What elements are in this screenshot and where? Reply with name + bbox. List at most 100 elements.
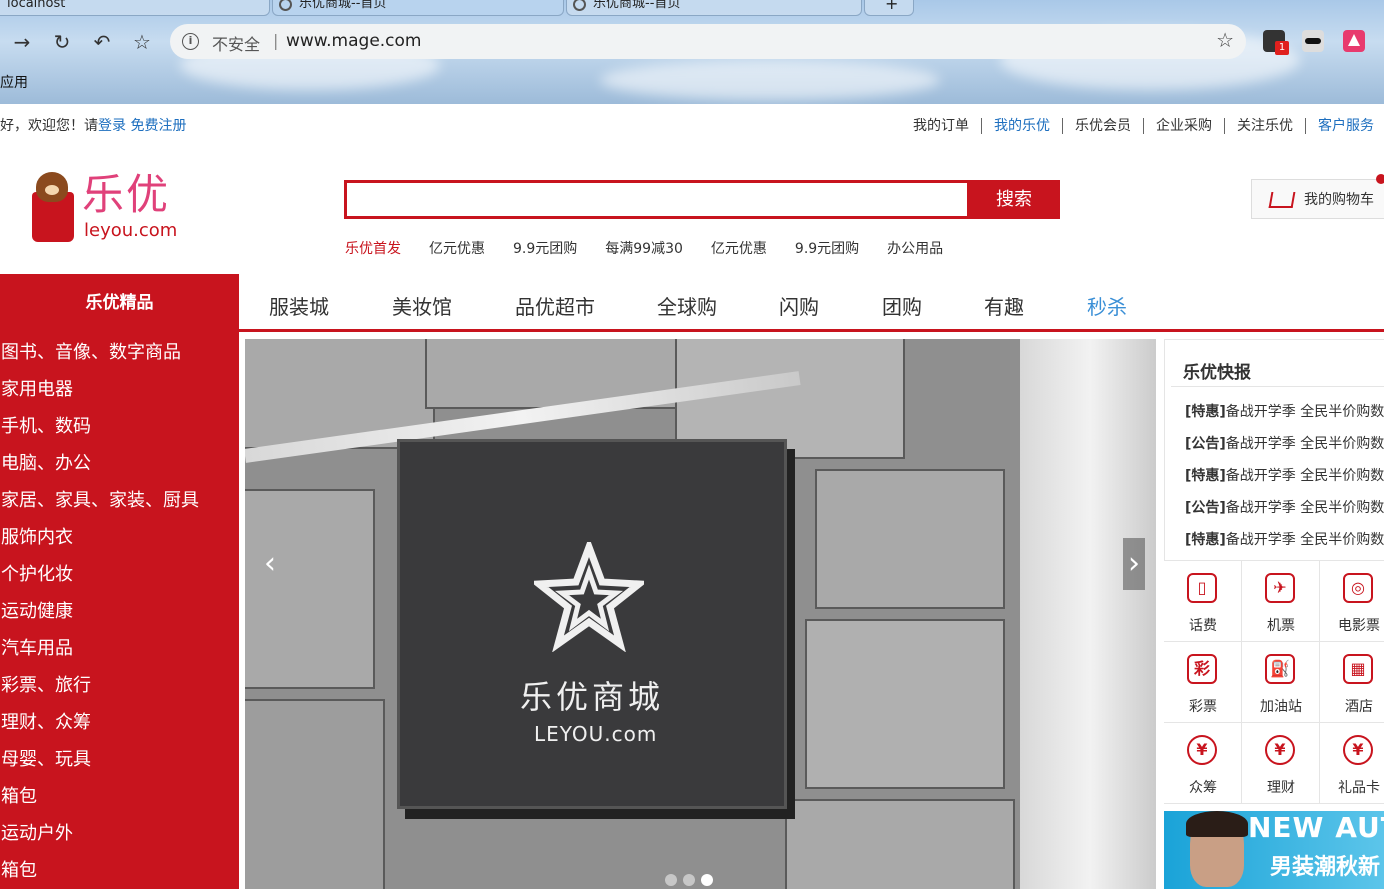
register-link[interactable]: 免费注册 (130, 118, 186, 134)
nav-item[interactable]: 美妆馆 (392, 291, 452, 320)
news-item[interactable]: [特惠]备战开学季 全民半价购数码 (1185, 529, 1384, 549)
top-link-follow[interactable]: 关注乐优 (1225, 118, 1306, 134)
hot-word[interactable]: 亿元优惠 (429, 241, 485, 257)
service-gas[interactable]: ⛽ 加油站 (1242, 642, 1320, 723)
info-icon[interactable]: i (182, 33, 199, 50)
nav-item[interactable]: 有趣 (984, 291, 1024, 320)
category-item[interactable]: 家居、家具、家装、厨具 (0, 482, 239, 519)
forward-icon[interactable]: → (8, 28, 36, 56)
address-row: → ↻ ↶ ☆ i 不安全 | www.mage.com ☆ 1 (0, 24, 1384, 60)
category-item[interactable]: 汽车用品 (0, 630, 239, 667)
hot-word[interactable]: 办公用品 (887, 241, 943, 257)
category-item[interactable]: 母婴、玩具 (0, 741, 239, 778)
news-text: 备战开学季 全民半价购数码 (1225, 404, 1384, 420)
news-item[interactable]: [公告]备战开学季 全民半价购数码 (1185, 497, 1384, 517)
top-link-member[interactable]: 乐优会员 (1063, 118, 1144, 134)
service-label: 加油站 (1260, 699, 1302, 715)
undo-icon[interactable]: ↶ (88, 28, 116, 56)
carousel-dot-active[interactable] (701, 874, 713, 886)
login-link[interactable]: 登录 (98, 118, 126, 134)
top-link-service[interactable]: 客户服务 (1306, 118, 1384, 134)
hot-word[interactable]: 亿元优惠 (711, 241, 767, 257)
nav-item-seckill[interactable]: 秒杀 (1087, 291, 1127, 320)
nav-item[interactable]: 团购 (882, 291, 922, 320)
banner-prev-arrow[interactable]: ‹ (259, 538, 281, 590)
address-bar[interactable]: i 不安全 | www.mage.com ☆ (170, 24, 1246, 59)
hot-word[interactable]: 9.9元团购 (795, 241, 859, 257)
address-separator: | (273, 31, 279, 50)
category-item[interactable]: 箱包 (0, 778, 239, 815)
new-tab-button[interactable]: + (864, 0, 914, 16)
service-flight[interactable]: ✈ 机票 (1242, 561, 1320, 642)
service-label: 机票 (1267, 618, 1295, 634)
category-item[interactable]: 图书、音像、数字商品 (0, 334, 239, 371)
pink-extension-icon[interactable] (1343, 30, 1365, 52)
nav-item[interactable]: 服装城 (269, 291, 329, 320)
news-divider (1171, 386, 1384, 387)
bookmark-apps[interactable]: 应用 (0, 72, 28, 92)
category-item[interactable]: 家用电器 (0, 371, 239, 408)
category-item[interactable]: 手机、数码 (0, 408, 239, 445)
category-item[interactable]: 运动户外 (0, 815, 239, 852)
cart-button[interactable]: 我的购物车 (1251, 174, 1384, 219)
news-panel: 乐优快报 [特惠]备战开学季 全民半价购数码 [公告]备战开学季 全民半价购数码… (1164, 339, 1384, 561)
category-item[interactable]: 彩票、旅行 (0, 667, 239, 704)
top-link-my-leyou[interactable]: 我的乐优 (982, 118, 1063, 134)
news-item[interactable]: [特惠]备战开学季 全民半价购数码 (1185, 401, 1384, 421)
nav-item[interactable]: 闪购 (779, 291, 819, 320)
nav-item[interactable]: 品优超市 (515, 291, 595, 320)
category-item[interactable]: 电脑、办公 (0, 445, 239, 482)
url-text[interactable]: www.mage.com (286, 31, 422, 51)
service-lottery[interactable]: 彩彩票 (1164, 642, 1242, 723)
hot-words: 乐优首发 亿元优惠 9.9元团购 每满99减30 亿元优惠 9.9元团购 办公用品 (345, 238, 971, 258)
news-text: 备战开学季 全民半价购数码 (1225, 468, 1384, 484)
tab-leyou[interactable]: 乐优商城--首页 (566, 0, 862, 16)
cart-icon (1268, 192, 1296, 208)
tab-leyou-active[interactable]: 乐优商城--首页 (272, 0, 564, 16)
category-item[interactable]: 个护化妆 (0, 556, 239, 593)
search-button[interactable]: 搜索 (968, 180, 1060, 219)
category-item[interactable]: 理财、众筹 (0, 704, 239, 741)
main-nav: 服装城 美妆馆 品优超市 全球购 闪购 团购 有趣 秒杀 (239, 274, 1384, 330)
reload-icon[interactable]: ↻ (48, 28, 76, 56)
service-hotel[interactable]: ▦ 酒店 (1320, 642, 1384, 723)
news-text: 备战开学季 全民半价购数码 (1225, 532, 1384, 548)
top-link-enterprise[interactable]: 企业采购 (1144, 118, 1225, 134)
service-phone[interactable]: ▯ 话费 (1164, 561, 1242, 642)
top-link-orders[interactable]: 我的订单 (901, 118, 982, 134)
bookmark-star-icon[interactable]: ☆ (128, 28, 156, 56)
star-icon[interactable]: ☆ (1216, 28, 1234, 52)
category-item[interactable]: 服饰内衣 (0, 519, 239, 556)
news-item[interactable]: [公告]备战开学季 全民半价购数码 (1185, 433, 1384, 453)
category-header[interactable]: 乐优精品 (0, 274, 239, 332)
promo-banner[interactable]: NEW AUTUMN 男装潮秋新 (1164, 811, 1384, 889)
wall-stone (805, 619, 1005, 789)
store-sign: 乐优商城 LEYOU.com (397, 439, 787, 809)
service-gift-card[interactable]: ¥ 礼品卡 (1320, 723, 1384, 804)
hot-word[interactable]: 9.9元团购 (513, 241, 577, 257)
site-logo[interactable]: 乐优 leyou.com (28, 170, 178, 250)
service-label: 电影票 (1338, 618, 1380, 634)
hot-word[interactable]: 每满99减30 (605, 241, 683, 257)
service-movie[interactable]: ◎ 电影票 (1320, 561, 1384, 642)
search-input[interactable] (344, 180, 970, 219)
gas-station-icon: ⛽ (1265, 654, 1295, 684)
carousel-dot[interactable] (665, 874, 677, 886)
extension-icon[interactable]: 1 (1263, 30, 1289, 55)
incognito-extension-icon[interactable] (1302, 30, 1324, 52)
hot-word[interactable]: 乐优首发 (345, 241, 401, 257)
news-tag: [特惠] (1185, 404, 1226, 420)
tab-localhost[interactable]: localhost (0, 0, 270, 16)
tab-title: localhost (7, 0, 66, 11)
wall-stone (785, 799, 1015, 889)
carousel-dot[interactable] (683, 874, 695, 886)
banner-next-arrow[interactable]: › (1123, 538, 1145, 590)
news-item[interactable]: [特惠]备战开学季 全民半价购数码 (1185, 465, 1384, 485)
service-crowdfunding[interactable]: ¥ 众筹 (1164, 723, 1242, 804)
category-item[interactable]: 运动健康 (0, 593, 239, 630)
banner-carousel[interactable]: 乐优商城 LEYOU.com ‹ › (245, 339, 1156, 889)
dog-mascot-icon (36, 172, 68, 202)
nav-item[interactable]: 全球购 (657, 291, 717, 320)
category-item[interactable]: 箱包 (0, 852, 239, 889)
service-finance[interactable]: ¥ 理财 (1242, 723, 1320, 804)
